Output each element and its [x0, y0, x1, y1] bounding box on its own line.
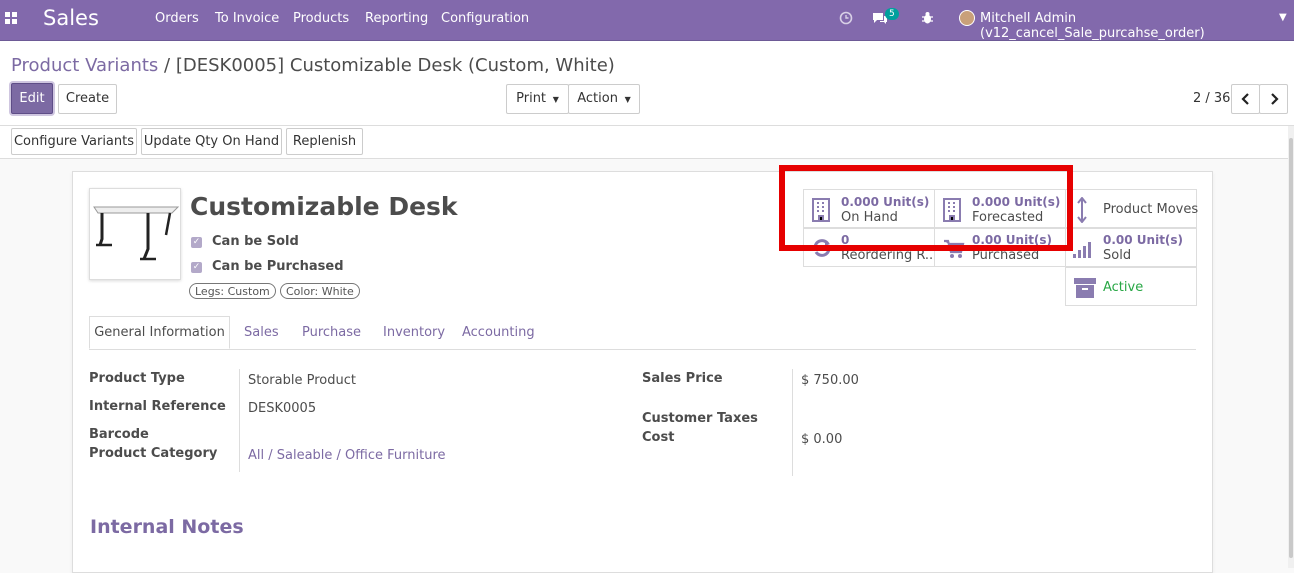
- internal-notes-heading: Internal Notes: [90, 516, 244, 538]
- product-type-label: Product Type: [89, 371, 185, 386]
- product-moves-button[interactable]: Product Moves: [1065, 189, 1199, 228]
- pager-previous-button[interactable]: [1231, 84, 1260, 114]
- user-avatar[interactable]: [959, 10, 975, 26]
- replenish-button[interactable]: Replenish: [286, 128, 363, 155]
- barcode-label: Barcode: [89, 427, 149, 442]
- breadcrumb-current: [DESK0005] Customizable Desk (Custom, Wh…: [175, 55, 615, 76]
- product-type-value: Storable Product: [248, 373, 356, 388]
- can-be-sold-checkbox[interactable]: ✓: [191, 237, 202, 248]
- sold-label: Sold: [1103, 248, 1132, 263]
- sales-price-value: $ 750.00: [801, 373, 859, 388]
- menu-products[interactable]: Products: [293, 11, 349, 26]
- attribute-tag: Legs: Custom: [189, 283, 276, 299]
- pager-value[interactable]: 2 / 36: [1193, 91, 1230, 106]
- menu-configuration[interactable]: Configuration: [441, 11, 529, 26]
- control-panel: Product Variants / [DESK0005] Customizab…: [0, 41, 1294, 126]
- sales-price-label: Sales Price: [642, 371, 723, 386]
- internal-reference-label: Internal Reference: [89, 399, 226, 414]
- print-dropdown[interactable]: Print ▼: [506, 84, 569, 114]
- action-dropdown[interactable]: Action ▼: [568, 84, 640, 114]
- app-name[interactable]: Sales: [43, 6, 99, 30]
- breadcrumb-parent[interactable]: Product Variants: [11, 55, 158, 76]
- breadcrumb-separator: /: [164, 55, 171, 76]
- pager-next-button[interactable]: [1259, 84, 1288, 114]
- user-menu[interactable]: Mitchell Admin (v12_cancel_Sale_purcahse…: [980, 11, 1294, 41]
- sold-value: 0.00 Unit(s): [1103, 233, 1184, 247]
- product-category-label: Product Category: [89, 446, 218, 461]
- create-button[interactable]: Create: [58, 84, 117, 114]
- arrows-vertical-icon: [1077, 197, 1087, 223]
- menu-orders[interactable]: Orders: [155, 11, 199, 26]
- menu-to-invoice[interactable]: To Invoice: [215, 11, 279, 26]
- scrollbar-thumb[interactable]: [1289, 138, 1293, 558]
- breadcrumb: Product Variants / [DESK0005] Customizab…: [11, 55, 615, 76]
- chevron-left-icon: [1240, 93, 1249, 105]
- product-name: Customizable Desk: [190, 192, 458, 221]
- can-be-purchased-label: Can be Purchased: [212, 259, 344, 274]
- bug-icon[interactable]: [921, 11, 934, 25]
- tab-accounting[interactable]: Accounting: [462, 325, 535, 340]
- notebook-tabs: General Information Sales Purchase Inven…: [89, 316, 1196, 350]
- field-divider: [792, 369, 793, 476]
- can-be-purchased-checkbox[interactable]: ✓: [191, 262, 202, 273]
- field-divider: [239, 369, 240, 472]
- tab-purchase[interactable]: Purchase: [302, 325, 361, 340]
- caret-down-icon[interactable]: ▼: [1279, 12, 1287, 23]
- caret-down-icon: ▼: [550, 95, 559, 104]
- cost-label: Cost: [642, 430, 675, 445]
- update-qty-button[interactable]: Update Qty On Hand: [141, 128, 282, 155]
- tab-inventory[interactable]: Inventory: [383, 325, 445, 340]
- configure-variants-button[interactable]: Configure Variants: [11, 128, 137, 155]
- archive-icon: [1074, 278, 1096, 298]
- menu-reporting[interactable]: Reporting: [365, 11, 428, 26]
- active-label: Active: [1103, 280, 1144, 295]
- tab-sales[interactable]: Sales: [244, 325, 279, 340]
- form-header: Configure Variants Update Qty On Hand Re…: [0, 126, 1294, 159]
- clock-icon[interactable]: [839, 11, 853, 25]
- can-be-sold-label: Can be Sold: [212, 234, 299, 249]
- highlight-box: [779, 165, 1073, 251]
- messages-count-badge: 5: [885, 8, 899, 20]
- product-moves-label: Product Moves: [1103, 202, 1199, 217]
- customer-taxes-label: Customer Taxes: [642, 411, 758, 426]
- attribute-tag: Color: White: [280, 283, 360, 299]
- internal-reference-value: DESK0005: [248, 401, 317, 416]
- active-toggle-button[interactable]: Active: [1065, 267, 1197, 306]
- caret-down-icon: ▼: [622, 95, 631, 104]
- chevron-right-icon: [1270, 93, 1279, 105]
- product-category-link[interactable]: All / Saleable / Office Furniture: [248, 448, 446, 463]
- signal-bars-icon: [1073, 242, 1091, 258]
- apps-grid-icon[interactable]: [5, 12, 19, 26]
- product-image[interactable]: [89, 188, 181, 280]
- tab-general-information[interactable]: General Information: [89, 316, 230, 349]
- edit-button[interactable]: Edit: [11, 83, 53, 114]
- action-label: Action: [577, 91, 618, 106]
- print-label: Print: [516, 91, 547, 106]
- cost-value: $ 0.00: [801, 432, 843, 447]
- top-navbar: Sales Orders To Invoice Products Reporti…: [0, 0, 1294, 41]
- sold-button[interactable]: 0.00 Unit(s) Sold: [1065, 228, 1197, 267]
- scrollbar[interactable]: [1288, 126, 1294, 568]
- desk-image: [93, 206, 180, 261]
